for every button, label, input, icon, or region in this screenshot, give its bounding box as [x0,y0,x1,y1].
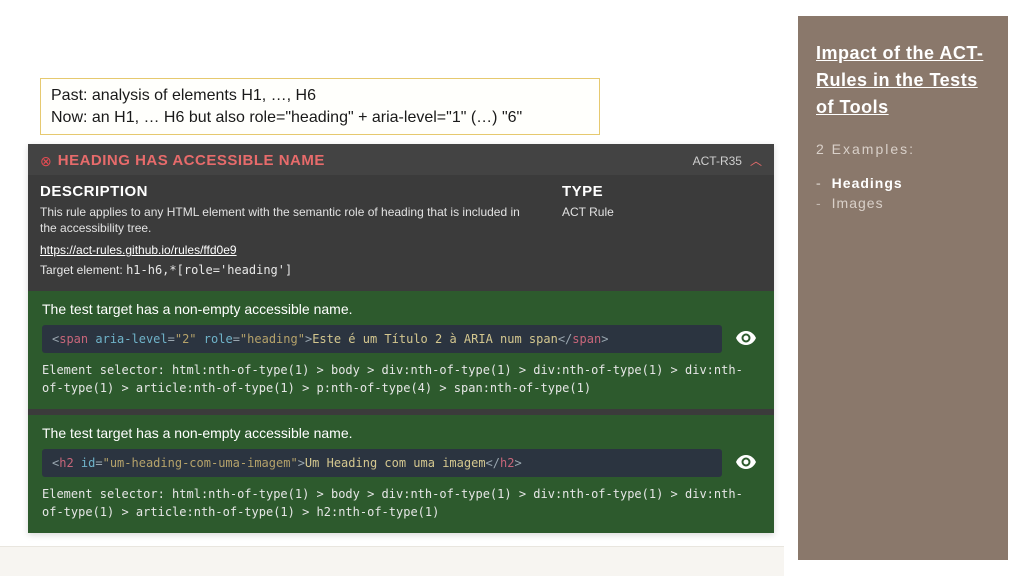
target-element-line: Target element: h1-h6,*[role='heading'] [40,263,522,277]
description-text: This rule applies to any HTML element wi… [40,204,522,236]
callout-line1: Past: analysis of elements H1, …, H6 [51,85,589,107]
sidebar-item-images[interactable]: Images [816,195,990,211]
sidebar-item-headings[interactable]: Headings [816,175,990,191]
description-heading: DESCRIPTION [40,183,522,200]
bottom-bar [0,546,784,576]
callout-line2: Now: an H1, … H6 but also role="heading"… [51,107,589,129]
code-snippet: <span aria-level="2" role="heading">Este… [42,325,722,353]
rule-panel-body: DESCRIPTION This rule applies to any HTM… [28,175,774,287]
code-row: <h2 id="um-heading-com-uma-imagem">Um He… [42,449,760,477]
error-icon: ⊗ [40,154,52,168]
sidebar-subtitle: 2 Examples: [816,141,990,157]
result-block: The test target has a non-empty accessib… [28,291,774,409]
result-title: The test target has a non-empty accessib… [42,425,760,441]
sidebar-title: Impact of the ACT-Rules in the Tests of … [816,40,990,121]
rule-title: HEADING HAS ACCESSIBLE NAME [58,152,693,169]
rule-id: ACT-R35 [693,154,742,168]
result-block: The test target has a non-empty accessib… [28,415,774,533]
rule-link[interactable]: https://act-rules.github.io/rules/ffd0e9 [40,243,237,257]
chevron-up-icon: ︿ [750,152,762,169]
element-selector: Element selector: html:nth-of-type(1) > … [42,485,760,521]
target-code: h1-h6,*[role='heading'] [126,263,292,277]
element-selector: Element selector: html:nth-of-type(1) > … [42,361,760,397]
type-value: ACT Rule [562,204,762,220]
callout-box: Past: analysis of elements H1, …, H6 Now… [40,78,600,135]
code-row: <span aria-level="2" role="heading">Este… [42,325,760,353]
sidebar: Impact of the ACT-Rules in the Tests of … [798,16,1008,560]
rule-panel-header[interactable]: ⊗ HEADING HAS ACCESSIBLE NAME ACT-R35 ︿ [28,144,774,175]
result-title: The test target has a non-empty accessib… [42,301,760,317]
eye-icon[interactable] [732,453,760,474]
eye-icon[interactable] [732,329,760,350]
type-heading: TYPE [562,183,762,200]
rule-panel: ⊗ HEADING HAS ACCESSIBLE NAME ACT-R35 ︿ … [28,144,774,533]
target-label: Target element: [40,263,123,277]
sidebar-list: Headings Images [816,175,990,211]
code-snippet: <h2 id="um-heading-com-uma-imagem">Um He… [42,449,722,477]
